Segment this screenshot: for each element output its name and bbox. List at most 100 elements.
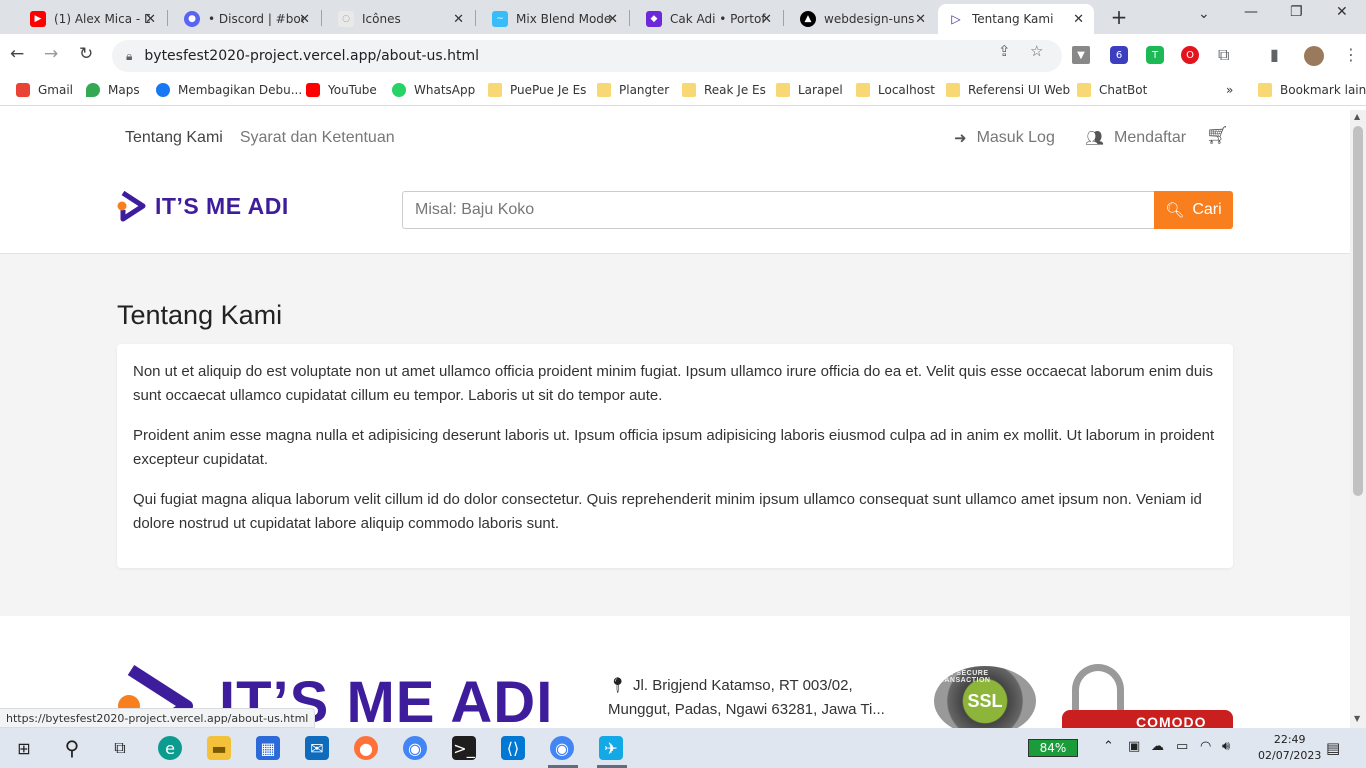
extension-cube-icon[interactable]: 6 — [1110, 46, 1128, 64]
vercel-icon: ▲ — [800, 11, 816, 27]
battery-icon[interactable]: ▭ — [1176, 739, 1188, 754]
bookmark-folder[interactable]: PuePue Je Es — [488, 83, 586, 97]
bookmark-star-icon[interactable]: ☆ — [1030, 42, 1043, 60]
tab-tentang-kami[interactable]: ▷ Tentang Kami ✕ — [938, 4, 1094, 34]
tab-discord[interactable]: ● • Discord | #boo ✕ — [174, 4, 320, 34]
tab-youtube[interactable]: ▶ (1) Alex Mica - D ✕ — [20, 4, 166, 34]
bookmark-facebook[interactable]: Membagikan Debu... — [156, 83, 302, 97]
close-icon[interactable]: ✕ — [453, 12, 464, 27]
extension-v-icon[interactable]: ▼ — [1072, 46, 1090, 64]
nav-syarat[interactable]: Syarat dan Ketentuan — [240, 129, 395, 147]
tab-search-icon[interactable]: ⌄ — [1198, 6, 1210, 22]
nav-tentang-kami[interactable]: Tentang Kami — [125, 129, 223, 147]
notification-icon[interactable]: ▤ — [1326, 739, 1340, 757]
bookmark-folder[interactable]: Larapel — [776, 83, 843, 97]
url-text[interactable]: bytesfest2020-project.vercel.app/about-u… — [144, 48, 479, 64]
tab-portfolio[interactable]: ◆ Cak Adi • Portof ✕ — [636, 4, 782, 34]
new-tab-icon[interactable]: + — [1106, 6, 1132, 30]
page-scrollbar[interactable]: ▲ ▼ — [1350, 110, 1366, 728]
folder-icon — [682, 83, 696, 97]
terminal-icon[interactable]: >_ — [452, 736, 476, 760]
bookmark-folder[interactable]: ChatBot — [1077, 83, 1147, 97]
windows-start-icon[interactable]: ⊞ — [12, 736, 36, 760]
side-panel-icon[interactable]: ▮ — [1270, 45, 1279, 64]
tray-overflow-icon[interactable]: ⌃ — [1103, 739, 1114, 754]
close-icon[interactable]: ✕ — [761, 12, 772, 27]
menu-dots-icon[interactable]: ⋮ — [1343, 45, 1359, 64]
scroll-thumb[interactable] — [1353, 126, 1363, 496]
windows-taskbar: ⊞ ⚲ ⧉ e ▬ ▦ ✉ ● ◉ >_ ⟨⟩ ◉ ✈ 84% ⌃ ▣ ☁ ▭ … — [0, 728, 1366, 768]
page-title: Tentang Kami — [117, 300, 283, 330]
tab-mix-blend[interactable]: ~ Mix Blend Mode ✕ — [482, 4, 628, 34]
bookmark-folder[interactable]: Localhost — [856, 83, 935, 97]
edge-icon[interactable]: e — [158, 736, 182, 760]
search-icon[interactable]: ⚲ — [60, 736, 84, 760]
close-icon[interactable]: ✕ — [1073, 12, 1084, 27]
tab-title: • Discord | #boo — [208, 12, 304, 26]
close-icon[interactable]: ✕ — [915, 12, 926, 27]
mail-icon[interactable]: ✉ — [305, 736, 329, 760]
search-input[interactable] — [402, 191, 1155, 229]
back-icon[interactable]: ← — [10, 44, 24, 64]
telegram-icon[interactable]: ✈ — [599, 736, 623, 760]
tab-webdesign[interactable]: ▲ webdesign-uns ✕ — [790, 4, 936, 34]
lock-icon[interactable]: 🔒︎ — [126, 49, 132, 64]
maximize-icon[interactable]: ❐ — [1290, 4, 1303, 20]
bookmark-youtube[interactable]: YouTube — [306, 83, 377, 97]
close-icon[interactable]: ✕ — [299, 12, 310, 27]
search-button[interactable]: 🔍︎ Cari — [1154, 191, 1233, 229]
folder-icon — [776, 83, 790, 97]
register-link[interactable]: 👥︎ Mendaftar — [1085, 129, 1186, 147]
close-icon[interactable]: ✕ — [145, 12, 156, 27]
file-explorer-icon[interactable]: ▬ — [207, 736, 231, 760]
site-logo[interactable]: IT’S ME ADI — [117, 190, 289, 222]
chrome-icon[interactable]: ◉ — [403, 736, 427, 760]
bookmark-folder[interactable]: Reak Je Es — [682, 83, 766, 97]
forward-icon[interactable]: → — [44, 44, 58, 64]
share-icon[interactable]: ⇪ — [998, 42, 1011, 60]
vscode-icon[interactable]: ⟨⟩ — [501, 736, 525, 760]
bookmark-folder[interactable]: Plangter — [597, 83, 669, 97]
bookmark-whatsapp[interactable]: WhatsApp — [392, 83, 475, 97]
volume-icon[interactable]: 🔊︎ — [1222, 739, 1230, 754]
discord-icon: ● — [184, 11, 200, 27]
folder-icon — [946, 83, 960, 97]
bookmarks-overflow-icon[interactable]: » — [1226, 83, 1233, 97]
address-bar[interactable]: 🔒︎ bytesfest2020-project.vercel.app/abou… — [112, 40, 1062, 72]
store-icon[interactable]: ▦ — [256, 736, 280, 760]
clock[interactable]: 22:49 02/07/2023 — [1258, 732, 1321, 764]
firefox-icon[interactable]: ● — [354, 736, 378, 760]
scroll-down-icon[interactable]: ▼ — [1354, 714, 1360, 723]
wifi-icon[interactable]: ◠ — [1200, 739, 1211, 754]
device-icon[interactable]: ▣ — [1128, 739, 1140, 754]
minimize-icon[interactable]: — — [1244, 4, 1258, 20]
about-paragraph: Proident anim esse magna nulla et adipis… — [133, 427, 1215, 468]
bookmark-maps[interactable]: Maps — [86, 83, 140, 97]
gmail-icon — [16, 83, 30, 97]
login-link[interactable]: ➜ Masuk Log — [954, 129, 1055, 147]
tab-icones[interactable]: ○ Icônes ✕ — [328, 4, 474, 34]
bookmarks-bar: Gmail Maps Membagikan Debu... YouTube Wh… — [0, 78, 1366, 106]
bookmark-folder[interactable]: Referensi UI Web — [946, 83, 1070, 97]
window-close-icon[interactable]: ✕ — [1336, 4, 1348, 20]
reload-icon[interactable]: ↻ — [79, 44, 93, 64]
task-view-icon[interactable]: ⧉ — [108, 736, 132, 760]
portfolio-icon: ◆ — [646, 11, 662, 27]
other-bookmarks[interactable]: Bookmark lain — [1258, 83, 1366, 97]
extension-green-icon[interactable]: T — [1146, 46, 1164, 64]
icones-icon: ○ — [338, 11, 354, 27]
cart-icon[interactable]: 🛒︎ — [1206, 125, 1229, 146]
onedrive-icon[interactable]: ☁ — [1151, 739, 1164, 754]
extension-opera-icon[interactable]: O — [1181, 46, 1199, 64]
chrome-profile-icon[interactable]: ◉ — [550, 736, 574, 760]
extensions-puzzle-icon[interactable]: ⧉ — [1218, 45, 1229, 65]
extension-badge: 6 — [1115, 49, 1123, 61]
scroll-up-icon[interactable]: ▲ — [1354, 112, 1360, 121]
profile-avatar[interactable] — [1304, 46, 1324, 66]
map-marker-icon: 📍︎ — [608, 677, 628, 694]
page-viewport: Tentang Kami Syarat dan Ketentuan ➜ Masu… — [0, 110, 1350, 728]
bookmark-gmail[interactable]: Gmail — [16, 83, 73, 97]
battery-indicator[interactable]: 84% — [1028, 739, 1078, 757]
close-icon[interactable]: ✕ — [607, 12, 618, 27]
comodo-badge: COMODO — [1062, 662, 1233, 728]
